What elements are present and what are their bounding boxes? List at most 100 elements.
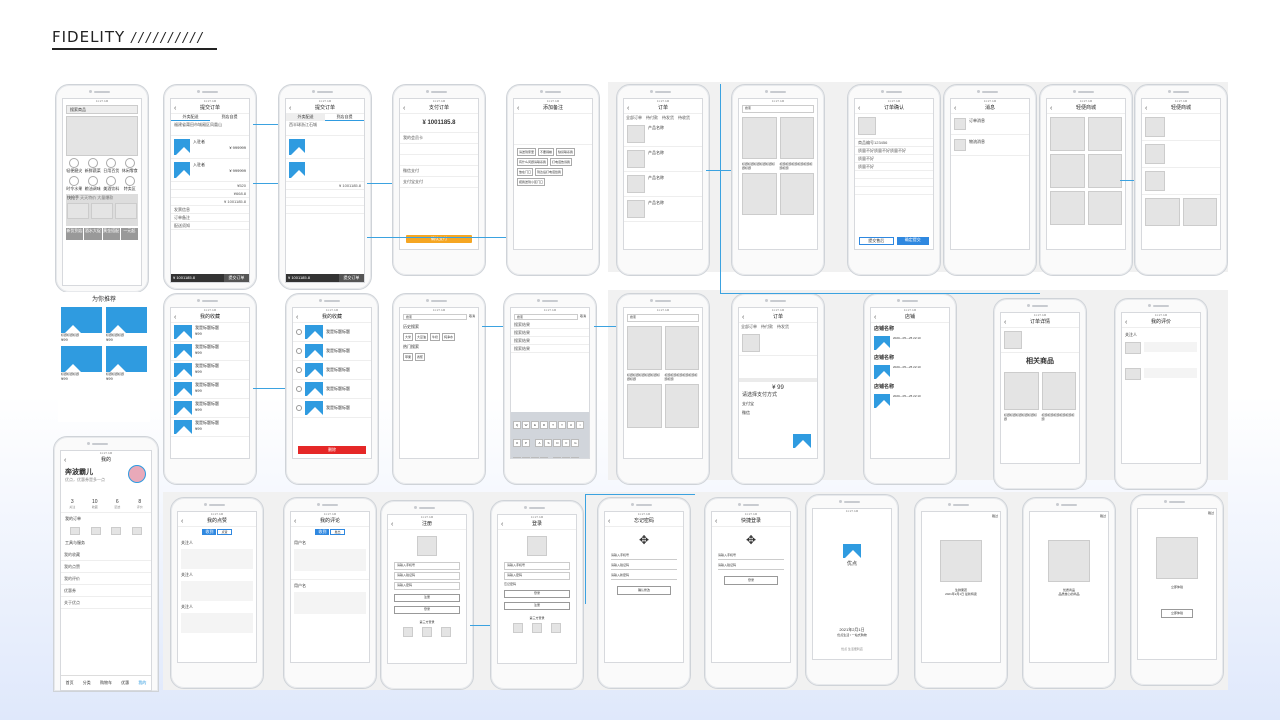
note-tag[interactable]: 有什么问题请联系我 <box>517 158 549 166</box>
product-card[interactable]: 标题标题标题 ¥99 <box>106 307 147 342</box>
search-tag[interactable]: 纯净水 <box>442 333 456 341</box>
menu-item[interactable]: 我的评价 <box>61 573 151 585</box>
register-button[interactable]: 注册 <box>394 594 460 602</box>
note-tag[interactable]: 缺货联系我 <box>556 148 576 156</box>
message-item[interactable]: 物流消息 <box>951 135 1029 156</box>
product-card[interactable]: 标题标题标题 ¥99 <box>61 307 102 342</box>
search-input[interactable]: 搜索 <box>742 105 814 113</box>
fav-item[interactable]: 我是标题标题 ¥99 <box>171 323 249 342</box>
note-tag[interactable]: 放在门口 <box>517 168 534 176</box>
stat[interactable]: 10 收藏 <box>92 499 98 509</box>
note-row[interactable]: 订单备注 <box>171 214 249 222</box>
note-tag[interactable]: 到达后打电话给我 <box>535 168 564 176</box>
skip-button[interactable]: 跳过 <box>1138 509 1216 517</box>
cat-item[interactable]: 时令水果 <box>66 176 83 192</box>
cat-item[interactable]: 轻便磨尖 <box>66 158 83 174</box>
tab-pickup[interactable]: 到店自提 <box>325 114 364 121</box>
menu-item[interactable]: 关于优点 <box>61 597 151 609</box>
phone-field[interactable]: 请输入手机号 <box>611 553 677 560</box>
tab-me[interactable]: 我的 <box>138 680 146 686</box>
product-card[interactable]: 标题标题标题 ¥99 <box>106 346 147 381</box>
menu-item[interactable]: 我的收藏 <box>61 549 151 561</box>
fav-item[interactable]: 我是标题标题 ¥99 <box>171 380 249 399</box>
submit-order-button[interactable]: 提交订单 <box>223 274 249 282</box>
delete-button[interactable]: 删除 <box>298 446 366 454</box>
aftersale-button[interactable]: 提交售后 <box>859 237 894 245</box>
tab-category[interactable]: 分类 <box>83 680 91 686</box>
promo[interactable]: 新货到店 <box>66 228 84 240</box>
stat[interactable]: 8 评价 <box>137 499 143 509</box>
note-tag[interactable]: 把我送到小区门口 <box>517 178 546 186</box>
register-button[interactable]: 注册 <box>504 602 570 610</box>
login-button[interactable]: 登录 <box>394 606 460 614</box>
menu-item[interactable]: 优惠券 <box>61 585 151 597</box>
menu-item[interactable]: 我的点赞 <box>61 561 151 573</box>
login-button[interactable]: 登录 <box>504 590 570 598</box>
product-card[interactable]: 标题标题标题 ¥99 <box>61 346 102 381</box>
password-field[interactable]: 请输入密码 <box>394 582 460 590</box>
stat[interactable]: 3 关注 <box>69 499 75 509</box>
cat-item[interactable]: 粮油调味 <box>85 176 102 192</box>
search-input[interactable]: 搜索商品 <box>66 105 138 114</box>
submit-order-button[interactable]: 提交订单 <box>338 274 364 282</box>
invoice-row[interactable]: 发票信息 <box>171 206 249 214</box>
note-tag[interactable]: 不要辣椒 <box>538 148 555 156</box>
fav-item[interactable]: 我是标题标题 ¥99 <box>171 361 249 380</box>
search-input[interactable]: 搜索 <box>514 314 578 320</box>
tab-received[interactable]: 收到 <box>202 529 217 535</box>
search-tag[interactable]: 大米 <box>403 333 414 341</box>
phone-field[interactable]: 请输入手机号 <box>394 562 460 570</box>
search-tag[interactable]: 牛奶 <box>430 333 441 341</box>
password-field[interactable]: 请输入新密码 <box>611 573 677 580</box>
search-tag[interactable]: 苹果 <box>403 353 414 361</box>
tab-received[interactable]: 收到 <box>315 529 330 535</box>
skip-button[interactable]: 跳过 <box>922 512 1000 520</box>
promo[interactable]: 一元起 <box>120 228 138 240</box>
cat-item[interactable]: 新鲜蔬菜 <box>85 158 102 174</box>
confirm-submit-button[interactable]: 确定提交 <box>896 237 929 245</box>
search-input[interactable]: 搜索 <box>627 314 699 322</box>
message-item[interactable]: 订单消息 <box>951 114 1029 135</box>
note-tag[interactable]: 打电话告诉我 <box>550 158 573 166</box>
cat-item[interactable]: 特卖区 <box>122 176 139 192</box>
pay-method[interactable]: 微信 <box>742 410 814 416</box>
phone-field[interactable]: 请输入手机号 <box>718 553 784 560</box>
tab-coupon[interactable]: 优惠 <box>121 680 129 686</box>
code-field[interactable]: 请输入验证码 <box>611 563 677 570</box>
keyboard[interactable]: QWERTYUIOP ASDFGHJKL ZXCVBNM <box>511 412 589 458</box>
cancel-button[interactable]: 取消 <box>580 314 586 320</box>
promo[interactable]: 酒水大促 <box>84 228 102 240</box>
avatar[interactable] <box>128 465 146 483</box>
promo[interactable]: 黄金搭配 <box>102 228 120 240</box>
quick-section[interactable]: 快抢手 天天特价 大量爆款 <box>66 194 138 226</box>
forgot-link[interactable]: 忘记密码 <box>498 582 576 586</box>
search-tag[interactable]: 大豆油 <box>415 333 429 341</box>
password-field[interactable]: 请输入密码 <box>504 572 570 580</box>
phone-field[interactable]: 请输入手机号 <box>504 562 570 570</box>
fav-item[interactable]: 我是标题标题 ¥99 <box>171 418 249 437</box>
fav-item[interactable]: 我是标题标题 ¥99 <box>171 399 249 418</box>
pay-method[interactable]: 支付宝支付 <box>400 177 478 188</box>
pay-method[interactable]: 我的会员卡 <box>400 133 478 144</box>
stat[interactable]: 6 足迹 <box>114 499 120 509</box>
cat-item[interactable]: 美酒饮料 <box>103 176 120 192</box>
tab-delivery[interactable]: 外卖配送 <box>171 114 210 121</box>
pay-method[interactable]: 支付宝 <box>742 401 814 407</box>
tab-pickup[interactable]: 到店自提 <box>210 114 249 121</box>
login-button[interactable]: 登录 <box>724 576 778 585</box>
cat-item[interactable]: 休闲零食 <box>122 158 139 174</box>
note-tag[interactable]: 请送到家里 <box>517 148 537 156</box>
tab-sent[interactable]: 发出 <box>330 529 345 535</box>
cancel-button[interactable]: 取消 <box>469 314 475 320</box>
tab-liked[interactable]: 点赞 <box>217 529 232 535</box>
pay-method[interactable]: 微信支付 <box>400 166 478 177</box>
code-field[interactable]: 请输入验证码 <box>718 563 784 570</box>
skip-button[interactable]: 跳过 <box>1030 512 1108 520</box>
search-tag[interactable]: 香蕉 <box>415 353 426 361</box>
start-button[interactable]: 立即体验 <box>1161 609 1193 618</box>
search-input[interactable]: 搜索 <box>403 314 467 320</box>
confirm-button[interactable]: 确认修改 <box>617 586 671 595</box>
tab-cart[interactable]: 购物车 <box>100 680 112 686</box>
code-field[interactable]: 请输入验证码 <box>394 572 460 580</box>
tab-delivery[interactable]: 外卖配送 <box>286 114 325 121</box>
